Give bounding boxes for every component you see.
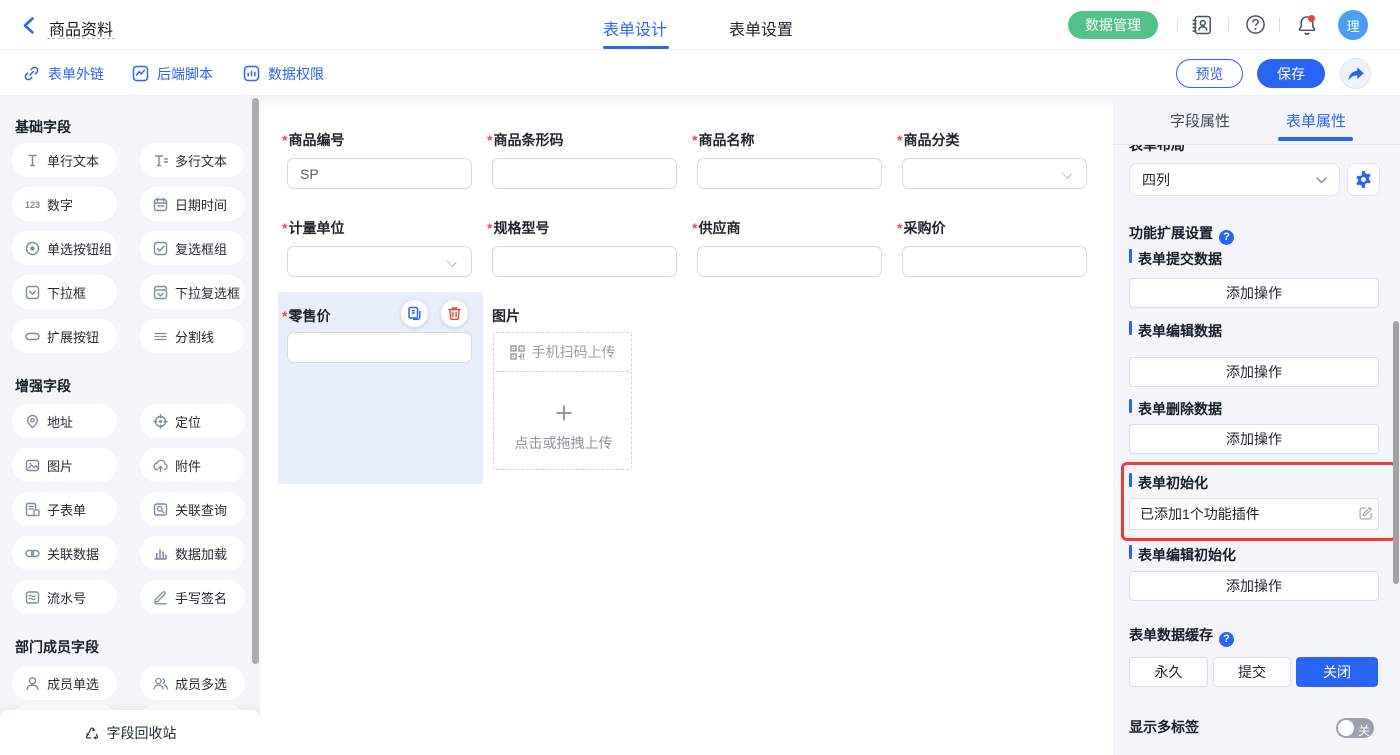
svg-text:123: 123 [25, 200, 40, 210]
